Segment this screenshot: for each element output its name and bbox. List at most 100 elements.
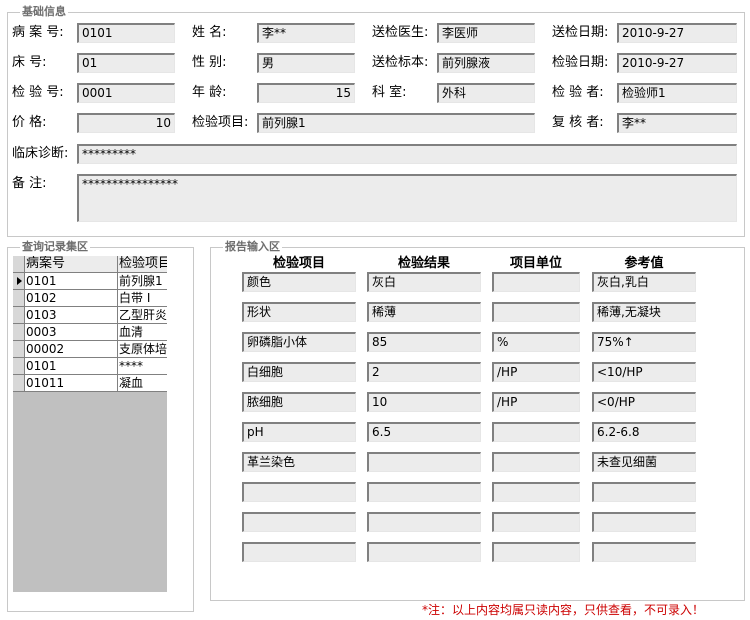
cell-case-number[interactable]: 0003 <box>25 324 118 341</box>
cell-test-item[interactable]: 支原体培养 <box>118 341 167 358</box>
header-test-item[interactable]: 检验项目 <box>118 256 167 273</box>
report-item-field[interactable]: pH <box>242 422 356 442</box>
gender-label: 性 别: <box>192 55 227 70</box>
current-row-indicator <box>13 273 25 290</box>
report-item-field[interactable]: 脓细胞 <box>242 392 356 412</box>
name-field[interactable]: 李** <box>257 23 355 43</box>
case-number-label: 病 案 号: <box>12 25 64 40</box>
cell-test-item[interactable]: 血清 <box>118 324 167 341</box>
cell-test-item[interactable]: **** <box>118 358 167 375</box>
test-date-label: 检验日期: <box>552 55 609 70</box>
bed-number-label: 床 号: <box>12 55 47 70</box>
tester-field[interactable]: 检验师1 <box>617 83 737 103</box>
report-unit-field[interactable] <box>492 542 580 562</box>
report-item-field[interactable]: 形状 <box>242 302 356 322</box>
report-item-field[interactable] <box>242 482 356 502</box>
report-item-field[interactable] <box>242 542 356 562</box>
report-reference-field[interactable] <box>592 512 696 532</box>
report-item-field[interactable]: 白细胞 <box>242 362 356 382</box>
cell-test-item[interactable]: 白带 I <box>118 290 167 307</box>
report-unit-field[interactable]: % <box>492 332 580 352</box>
report-reference-field[interactable]: 6.2-6.8 <box>592 422 696 442</box>
report-result-field[interactable]: 85 <box>367 332 481 352</box>
table-row[interactable]: 01011 凝血 <box>13 375 167 392</box>
price-label: 价 格: <box>12 115 47 130</box>
triangle-right-icon <box>17 277 22 285</box>
report-header-unit: 项目单位 <box>509 256 562 271</box>
table-row[interactable]: 0102 白带 I <box>13 290 167 307</box>
records-grid[interactable]: 病案号 检验项目 0101 前列腺1 0102 白带 I 0103 乙型肝炎标志… <box>13 256 167 592</box>
report-result-field[interactable] <box>367 482 481 502</box>
report-result-field[interactable]: 6.5 <box>367 422 481 442</box>
remarks-field[interactable]: **************** <box>77 174 737 222</box>
report-unit-field[interactable] <box>492 272 580 292</box>
cell-test-item[interactable]: 乙型肝炎标志 <box>118 307 167 324</box>
report-result-field[interactable]: 2 <box>367 362 481 382</box>
age-field[interactable]: 15 <box>257 83 355 103</box>
report-unit-field[interactable] <box>492 482 580 502</box>
reviewer-field[interactable]: 李** <box>617 113 737 133</box>
report-item-field[interactable]: 卵磷脂小体 <box>242 332 356 352</box>
cell-case-number[interactable]: 0103 <box>25 307 118 324</box>
report-result-field[interactable] <box>367 452 481 472</box>
cell-case-number[interactable]: 01011 <box>25 375 118 392</box>
report-reference-field[interactable]: 未查见细菌 <box>592 452 696 472</box>
bed-number-field[interactable]: 01 <box>77 53 175 73</box>
report-unit-field[interactable] <box>492 422 580 442</box>
report-unit-field[interactable] <box>492 452 580 472</box>
basic-info-title: 基础信息 <box>20 5 68 19</box>
price-field[interactable]: 10 <box>77 113 175 133</box>
department-field[interactable]: 外科 <box>437 83 535 103</box>
records-title: 查询记录集区 <box>20 240 90 254</box>
test-number-label: 检 验 号: <box>12 85 64 100</box>
report-header-reference: 参考值 <box>624 256 664 271</box>
report-reference-field[interactable] <box>592 542 696 562</box>
report-result-field[interactable]: 稀薄 <box>367 302 481 322</box>
table-row[interactable]: 0101 前列腺1 <box>13 273 167 290</box>
report-item-field[interactable] <box>242 512 356 532</box>
report-unit-field[interactable]: /HP <box>492 362 580 382</box>
cell-case-number[interactable]: 0101 <box>25 273 118 290</box>
report-reference-field[interactable]: 灰白,乳白 <box>592 272 696 292</box>
table-row[interactable]: 0003 血清 <box>13 324 167 341</box>
readonly-note: *注：以上内容均属只读内容，只供查看，不可录入！ <box>422 603 705 617</box>
cell-case-number[interactable]: 0101 <box>25 358 118 375</box>
report-unit-field[interactable]: /HP <box>492 392 580 412</box>
report-reference-field[interactable]: 稀薄,无凝块 <box>592 302 696 322</box>
cell-test-item[interactable]: 前列腺1 <box>118 273 167 290</box>
test-item-field[interactable]: 前列腺1 <box>257 113 535 133</box>
table-row[interactable]: 0101 **** <box>13 358 167 375</box>
row-indicator <box>13 290 25 307</box>
report-unit-field[interactable] <box>492 512 580 532</box>
table-row[interactable]: 0103 乙型肝炎标志 <box>13 307 167 324</box>
diagnosis-label: 临床诊断: <box>12 146 69 161</box>
cell-test-item[interactable]: 凝血 <box>118 375 167 392</box>
report-result-field[interactable] <box>367 542 481 562</box>
diagnosis-field[interactable]: ********* <box>77 144 737 164</box>
doctor-field[interactable]: 李医师 <box>437 23 535 43</box>
report-reference-field[interactable]: <0/HP <box>592 392 696 412</box>
report-item-field[interactable]: 颜色 <box>242 272 356 292</box>
cell-case-number[interactable]: 00002 <box>25 341 118 358</box>
report-result-field[interactable]: 10 <box>367 392 481 412</box>
header-case-number[interactable]: 病案号 <box>25 256 118 273</box>
test-number-field[interactable]: 0001 <box>77 83 175 103</box>
report-result-field[interactable] <box>367 512 481 532</box>
records-header-row: 病案号 检验项目 <box>13 256 167 273</box>
report-reference-field[interactable]: <10/HP <box>592 362 696 382</box>
submit-date-field[interactable]: 2010-9-27 <box>617 23 737 43</box>
specimen-field[interactable]: 前列腺液 <box>437 53 535 73</box>
case-number-field[interactable]: 0101 <box>77 23 175 43</box>
row-indicator <box>13 341 25 358</box>
report-unit-field[interactable] <box>492 302 580 322</box>
report-reference-field[interactable] <box>592 482 696 502</box>
gender-field[interactable]: 男 <box>257 53 355 73</box>
test-date-field[interactable]: 2010-9-27 <box>617 53 737 73</box>
report-reference-field[interactable]: 75%↑ <box>592 332 696 352</box>
report-item-field[interactable]: 革兰染色 <box>242 452 356 472</box>
cell-case-number[interactable]: 0102 <box>25 290 118 307</box>
test-item-label: 检验项目: <box>192 115 249 130</box>
report-result-field[interactable]: 灰白 <box>367 272 481 292</box>
row-indicator-header <box>13 256 25 273</box>
table-row[interactable]: 00002 支原体培养 <box>13 341 167 358</box>
